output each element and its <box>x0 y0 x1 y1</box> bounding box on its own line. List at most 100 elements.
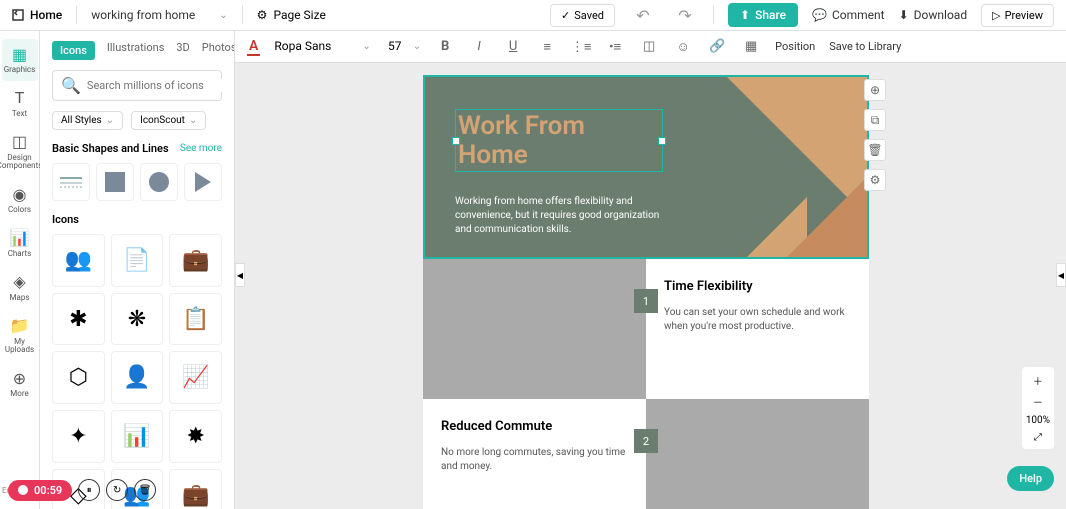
undo-button[interactable]: ↶ <box>629 1 657 29</box>
icon-item[interactable]: ✸ <box>169 410 222 463</box>
collapse-right-button[interactable]: ◀ <box>1056 263 1066 287</box>
share-icon: ⬆ <box>740 8 750 22</box>
share-button[interactable]: ⬆ Share <box>728 3 798 27</box>
rail-design-components[interactable]: ◫ Design Components <box>2 127 38 178</box>
icon-item[interactable]: 👥 <box>52 234 105 287</box>
shape-lines[interactable] <box>52 163 90 201</box>
tab-3d[interactable]: 3D <box>176 41 189 60</box>
rail-text[interactable]: T Text <box>2 83 38 125</box>
font-size-select[interactable]: 57 ⌄ <box>385 39 421 54</box>
comment-label: Comment <box>832 8 885 22</box>
search-icon: 🔍 <box>61 76 81 95</box>
download-label: Download <box>914 8 967 22</box>
add-page-button[interactable]: ⊕ <box>864 79 886 101</box>
settings-button[interactable]: ⚙ <box>864 169 886 191</box>
section-body[interactable]: No more long commutes, saving you time a… <box>441 446 628 474</box>
font-size-value: 57 <box>385 39 405 53</box>
pause-button[interactable]: ⏸ <box>78 479 100 501</box>
shape-circle[interactable] <box>140 163 178 201</box>
section-body[interactable]: You can set your own schedule and work w… <box>664 306 851 334</box>
zoom-out-button[interactable]: － <box>1033 394 1043 409</box>
font-family-select[interactable]: Ropa Sans ⌄ <box>274 39 370 54</box>
icon-item[interactable]: 👤 <box>111 351 164 404</box>
bold-button[interactable]: B <box>435 37 455 57</box>
rail-graphics[interactable]: ▦ Graphics <box>2 39 38 81</box>
position-button[interactable]: Position <box>775 40 815 53</box>
collapse-left-button[interactable]: ◀ <box>235 263 245 287</box>
align-button[interactable]: ≡ <box>537 37 557 57</box>
divider <box>242 6 243 24</box>
saved-label: Saved <box>574 9 604 22</box>
tab-illustrations[interactable]: Illustrations <box>107 41 164 60</box>
underline-button[interactable]: U <box>503 37 523 57</box>
shape-arrow[interactable] <box>184 163 222 201</box>
discard-button[interactable]: 🗑 <box>134 479 156 501</box>
list-bullet-button[interactable]: •≡ <box>605 37 625 57</box>
help-button[interactable]: Help <box>1007 466 1054 491</box>
fit-button[interactable]: ⤢ <box>1034 432 1042 443</box>
record-icon <box>18 485 28 495</box>
icon-item[interactable]: 📊 <box>111 410 164 463</box>
icon-item[interactable]: ❋ <box>111 293 164 346</box>
save-to-library-button[interactable]: Save to Library <box>829 40 901 53</box>
rail-more[interactable]: ⊕ More <box>2 363 38 405</box>
page-size-button[interactable]: ⚙ Page Size <box>257 8 326 22</box>
duplicate-button[interactable]: ⧉ <box>864 109 886 131</box>
canvas-page[interactable]: Work From Home Working from home offers … <box>423 75 869 509</box>
section-image[interactable]: 1 <box>423 259 646 399</box>
icon-item[interactable]: ✦ <box>52 410 105 463</box>
divider <box>76 6 77 24</box>
shape-square[interactable] <box>96 163 134 201</box>
zoom-in-button[interactable]: ＋ <box>1033 373 1043 388</box>
section-title[interactable]: Time Flexibility <box>664 279 851 294</box>
graphics-icon: ▦ <box>11 45 29 63</box>
hero-subtitle[interactable]: Working from home offers flexibility and… <box>455 195 675 237</box>
highlight-button[interactable]: ◫ <box>639 37 659 57</box>
preview-button[interactable]: ▷ Preview <box>981 4 1054 27</box>
home-button[interactable]: Home <box>12 8 62 22</box>
list-numbered-button[interactable]: ⋮≡ <box>571 37 591 57</box>
rail-label: More <box>10 390 28 399</box>
search-input[interactable] <box>87 79 227 92</box>
comment-icon: 💬 <box>812 8 827 22</box>
icon-item[interactable]: 📋 <box>169 293 222 346</box>
download-button[interactable]: ⬇ Download <box>899 8 967 22</box>
rail-maps[interactable]: ◈ Maps <box>2 267 38 309</box>
hero-section[interactable]: Work From Home Working from home offers … <box>423 75 869 259</box>
icon-item[interactable]: 📄 <box>111 234 164 287</box>
icon-item[interactable]: 💼 <box>169 469 222 509</box>
gear-icon: ⚙ <box>257 8 268 22</box>
search-input-wrapper[interactable]: 🔍 <box>52 70 222 101</box>
tab-icons[interactable]: Icons <box>52 41 95 60</box>
emoji-button[interactable]: ☺ <box>673 37 693 57</box>
see-more-link[interactable]: See more <box>180 143 222 154</box>
rail-label: Charts <box>8 250 32 259</box>
rail-charts[interactable]: 📊 Charts <box>2 223 38 265</box>
effects-button[interactable]: ▦ <box>741 37 761 57</box>
icon-item[interactable]: 💼 <box>169 234 222 287</box>
redo-button[interactable]: ↷ <box>671 1 699 29</box>
document-title-dropdown[interactable]: working from home ⌄ <box>91 8 227 22</box>
rail-colors[interactable]: ◉ Colors <box>2 179 38 221</box>
icon-item[interactable]: ✱ <box>52 293 105 346</box>
tab-photos[interactable]: Photos <box>202 41 235 60</box>
chevron-down-icon: ⌄ <box>362 41 370 52</box>
restart-button[interactable]: ↻ <box>106 479 128 501</box>
icon-item[interactable]: ⬡ <box>52 351 105 404</box>
filter-source[interactable]: IconScout⌄ <box>131 111 206 130</box>
filter-styles[interactable]: All Styles⌄ <box>52 111 123 130</box>
rail-uploads[interactable]: 📁 My Uploads <box>2 311 38 362</box>
link-button[interactable]: 🔗 <box>707 37 727 57</box>
section-title[interactable]: Reduced Commute <box>441 419 628 434</box>
icon-item[interactable]: 📈 <box>169 351 222 404</box>
delete-button[interactable]: 🗑 <box>864 139 886 161</box>
font-name: Ropa Sans <box>274 39 354 53</box>
comment-button[interactable]: 💬 Comment <box>812 8 885 22</box>
section-image[interactable]: 2 <box>646 399 869 509</box>
folder-icon: 📁 <box>11 317 29 335</box>
italic-button[interactable]: I <box>469 37 489 57</box>
hero-title[interactable]: Work From Home <box>456 110 662 171</box>
selected-text-element[interactable]: Work From Home <box>455 109 663 172</box>
recording-indicator[interactable]: 00:59 <box>8 480 72 501</box>
text-color-button[interactable]: A <box>247 38 260 56</box>
